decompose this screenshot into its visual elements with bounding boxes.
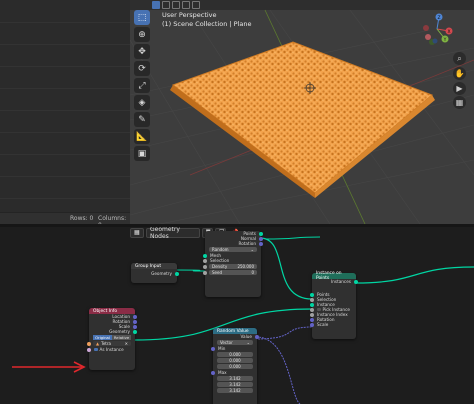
random-value-node[interactable]: Random Value Value Vector ⌄ Min 0.000 0.0… [211, 328, 259, 404]
svg-text:X: X [447, 29, 450, 35]
camera-icon[interactable]: ▶ [453, 82, 466, 95]
geometry-output: Geometry [89, 329, 137, 334]
seed-field[interactable]: Seed 0 [203, 270, 257, 275]
group-input-title: Group Input [131, 263, 177, 269]
transform-space-toggle: Original Relative [93, 335, 131, 340]
node-editor[interactable]: ▦ Geometry Nodes ⛊ ❐ 📌 Points Normal Rot… [0, 227, 474, 404]
value-output: Value [213, 334, 259, 339]
measure-tool-icon[interactable]: 📐 [134, 129, 150, 144]
rotate-tool-icon[interactable]: ⟳ [134, 61, 150, 76]
zoom-icon[interactable]: ⌕ [453, 52, 466, 65]
min-x-field[interactable]: 0.000 [217, 352, 253, 357]
original-button[interactable]: Original [93, 335, 112, 340]
max-y-field[interactable]: 3.142 [217, 382, 253, 387]
select-box-tool-icon[interactable]: ⬚ [134, 10, 150, 25]
cursor-tool-icon[interactable]: ⊕ [134, 27, 150, 42]
svg-text:Z: Z [437, 15, 440, 21]
annotate-tool-icon[interactable]: ✎ [134, 112, 150, 127]
3d-viewport[interactable]: User Perspective (1) Scene Collection | … [130, 0, 474, 224]
min-y-field[interactable]: 0.000 [217, 358, 253, 363]
collection-label: (1) Scene Collection | Plane [162, 20, 252, 28]
scale-tool-icon[interactable]: ⤢ [134, 78, 150, 93]
svg-text:Y: Y [443, 37, 447, 43]
move-tool-icon[interactable]: ✥ [134, 44, 150, 59]
tool-shelf: ⬚ ⊕ ✥ ⟳ ⤢ ◈ ✎ 📐 ▣ [134, 10, 152, 163]
annotation-arrow-icon [12, 361, 86, 373]
min-z-field[interactable]: 0.000 [217, 364, 253, 369]
object-info-node[interactable]: Object Info Location Rotation Scale Geom… [87, 308, 137, 370]
as-instance-checkbox[interactable]: As Instance [87, 347, 135, 352]
data-type-select[interactable]: Vector ⌄ [217, 340, 253, 345]
max-x-field[interactable]: 3.142 [217, 376, 253, 381]
grid-icon[interactable]: ▦ [453, 96, 466, 109]
max-z-field[interactable]: 3.142 [217, 388, 253, 393]
add-cube-tool-icon[interactable]: ▣ [134, 146, 150, 161]
node-tree-type-icon[interactable]: ▦ [130, 227, 144, 238]
instances-output: Instances [312, 279, 358, 284]
spreadsheet-panel [0, 0, 130, 224]
group-geometry-output: Geometry [131, 271, 179, 276]
rows-count: Rows: 0 [70, 215, 94, 222]
transform-tool-icon[interactable]: ◈ [134, 95, 150, 110]
selection-input: Selection [203, 258, 261, 263]
ip-scale-input: Scale [310, 322, 356, 327]
navigation-gizmo[interactable]: X Z Y [418, 10, 456, 48]
spreadsheet-status: Rows: 0 Columns: 0 [0, 212, 130, 229]
distribute-points-node[interactable]: Points Normal Rotation Random ⌄ Mesh Sele… [203, 231, 263, 297]
density-field[interactable]: Density 250.000 [203, 264, 257, 269]
node-tree-name[interactable]: Geometry Nodes [146, 227, 200, 240]
rotation-output: Rotation [205, 241, 263, 246]
min-input: Min [211, 346, 257, 351]
view-mode-label: User Perspective [162, 11, 217, 19]
relative-button[interactable]: Relative [112, 335, 131, 340]
blender-window: User Perspective (1) Scene Collection | … [0, 0, 474, 404]
distribute-mode-select[interactable]: Random ⌄ [209, 247, 257, 252]
object-field[interactable]: ▲ Tetra ✕ [87, 341, 131, 346]
pan-icon[interactable]: ✋ [453, 67, 466, 80]
max-input: Max [211, 370, 257, 375]
group-input-node[interactable]: Group Input Geometry [131, 263, 179, 283]
instance-on-points-node[interactable]: Instance on Points Instances Points Sele… [310, 271, 358, 339]
